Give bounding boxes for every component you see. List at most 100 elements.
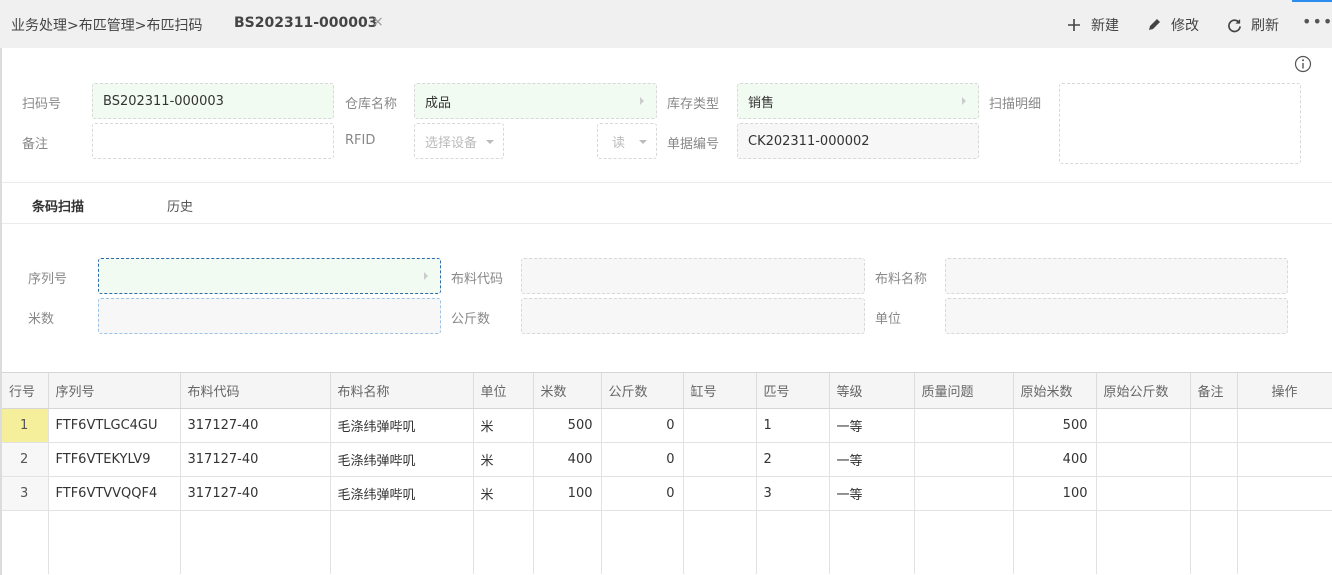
table-row[interactable]: 1 FTF6VTLGC4GU 317127-40 毛涤纬弹哔叽 米 500 0 … (2, 408, 1332, 443)
kg-field[interactable] (521, 298, 865, 334)
fabric-name-cell[interactable]: 毛涤纬弹哔叽 (330, 476, 474, 511)
serial-label: 序列号 (28, 272, 68, 287)
column-header[interactable]: 布料代码 (180, 373, 331, 409)
roll-no-cell[interactable]: 1 (756, 408, 830, 443)
meters-cell[interactable]: 500 (533, 408, 602, 443)
fabric-code-field[interactable] (521, 258, 865, 294)
column-header[interactable]: 缸号 (683, 373, 757, 409)
fabric-name-cell[interactable]: 毛涤纬弹哔叽 (330, 408, 474, 443)
original-meters-cell[interactable]: 100 (1013, 476, 1097, 511)
close-tab-icon[interactable]: × (372, 14, 384, 30)
column-header[interactable]: 行号 (2, 373, 49, 409)
new-button[interactable]: 新建 (1065, 15, 1119, 35)
fabric-code-cell[interactable]: 317127-40 (180, 408, 331, 443)
tab-barcode-scan[interactable]: 条码扫描 (32, 196, 84, 215)
column-header[interactable]: 单位 (473, 373, 534, 409)
table-row[interactable]: 3 FTF6VTVVQQF4 317127-40 毛涤纬弹哔叽 米 100 0 … (2, 476, 1332, 511)
column-header[interactable]: 等级 (829, 373, 915, 409)
original-meters-cell[interactable]: 500 (1013, 408, 1097, 443)
empty-cell (756, 510, 830, 574)
actions-cell[interactable] (1237, 442, 1332, 477)
scan-no-field[interactable]: BS202311-000003 (92, 83, 334, 119)
remark-cell[interactable] (1190, 476, 1238, 511)
dye-lot-cell[interactable] (683, 408, 757, 443)
column-header[interactable]: 序列号 (48, 373, 181, 409)
serial-cell[interactable]: FTF6VTLGC4GU (48, 408, 181, 443)
dye-lot-cell[interactable] (683, 442, 757, 477)
meters-label: 米数 (28, 312, 55, 327)
empty-cell (601, 510, 684, 574)
column-header-actions[interactable]: 操作 (1237, 373, 1332, 409)
remark-label: 备注 (22, 137, 49, 152)
refresh-icon (1225, 16, 1243, 34)
meters-cell[interactable]: 100 (533, 476, 602, 511)
roll-no-cell[interactable]: 2 (756, 442, 830, 477)
kg-cell[interactable]: 0 (601, 476, 684, 511)
quality-issue-cell[interactable] (914, 408, 1014, 443)
serial-cell[interactable]: FTF6VTVVQQF4 (48, 476, 181, 511)
empty-cell (914, 510, 1014, 574)
new-button-label: 新建 (1091, 18, 1119, 34)
table-row[interactable]: 2 FTF6VTEKYLV9 317127-40 毛涤纬弹哔叽 米 400 0 … (2, 442, 1332, 477)
column-header[interactable]: 质量问题 (914, 373, 1014, 409)
serial-cell[interactable]: FTF6VTEKYLV9 (48, 442, 181, 477)
column-header[interactable]: 布料名称 (330, 373, 474, 409)
rfid-device-select[interactable]: 选择设备 (414, 123, 504, 159)
edit-button[interactable]: 修改 (1145, 15, 1199, 35)
empty-cell (330, 510, 474, 574)
serial-input[interactable] (98, 258, 441, 294)
top-bar: 业务处理>布匹管理>布匹扫码 BS202311-000003 × 新建 修改 刷… (0, 0, 1332, 48)
scan-no-value: BS202311-000003 (103, 93, 224, 109)
fabric-name-field[interactable] (945, 258, 1288, 294)
kg-cell[interactable]: 0 (601, 442, 684, 477)
remark-field[interactable] (92, 123, 334, 159)
warehouse-field[interactable]: 成品 (414, 83, 657, 119)
grade-cell[interactable]: 一等 (829, 442, 915, 477)
rfid-mode-select[interactable]: 读 (597, 123, 657, 159)
dye-lot-cell[interactable] (683, 476, 757, 511)
row-number-cell[interactable]: 2 (2, 442, 49, 477)
remark-cell[interactable] (1190, 408, 1238, 443)
kg-cell[interactable]: 0 (601, 408, 684, 443)
original-meters-cell[interactable]: 400 (1013, 442, 1097, 477)
actions-cell[interactable] (1237, 476, 1332, 511)
quality-issue-cell[interactable] (914, 476, 1014, 511)
document-tab-title[interactable]: BS202311-000003 (234, 15, 377, 31)
grade-cell[interactable]: 一等 (829, 408, 915, 443)
original-kg-cell[interactable] (1096, 442, 1191, 477)
original-kg-cell[interactable] (1096, 408, 1191, 443)
unit-cell[interactable]: 米 (473, 442, 534, 477)
row-number-cell[interactable]: 1 (2, 408, 49, 443)
breadcrumb[interactable]: 业务处理>布匹管理>布匹扫码 (11, 15, 202, 35)
column-header[interactable]: 原始公斤数 (1096, 373, 1191, 409)
fabric-code-cell[interactable]: 317127-40 (180, 442, 331, 477)
remark-cell[interactable] (1190, 442, 1238, 477)
refresh-button[interactable]: 刷新 (1225, 15, 1279, 35)
column-header[interactable]: 米数 (533, 373, 602, 409)
unit-cell[interactable]: 米 (473, 476, 534, 511)
stock-type-field[interactable]: 销售 (737, 83, 979, 119)
fabric-code-cell[interactable]: 317127-40 (180, 476, 331, 511)
info-icon[interactable] (1294, 55, 1312, 73)
unit-cell[interactable]: 米 (473, 408, 534, 443)
quality-issue-cell[interactable] (914, 442, 1014, 477)
meters-field[interactable] (98, 298, 441, 334)
column-header[interactable]: 备注 (1190, 373, 1238, 409)
stock-type-value: 销售 (748, 95, 775, 111)
more-icon[interactable]: ••• (1302, 12, 1332, 31)
empty-cell (180, 510, 331, 574)
column-header[interactable]: 公斤数 (601, 373, 684, 409)
doc-no-field[interactable]: CK202311-000002 (737, 123, 979, 159)
roll-no-cell[interactable]: 3 (756, 476, 830, 511)
scan-detail-textarea[interactable] (1059, 83, 1301, 164)
row-number-cell[interactable]: 3 (2, 476, 49, 511)
meters-cell[interactable]: 400 (533, 442, 602, 477)
fabric-name-cell[interactable]: 毛涤纬弹哔叽 (330, 442, 474, 477)
unit-field[interactable] (945, 298, 1288, 334)
grade-cell[interactable]: 一等 (829, 476, 915, 511)
column-header[interactable]: 原始米数 (1013, 373, 1097, 409)
tab-history[interactable]: 历史 (167, 196, 193, 215)
column-header[interactable]: 匹号 (756, 373, 830, 409)
actions-cell[interactable] (1237, 408, 1332, 443)
original-kg-cell[interactable] (1096, 476, 1191, 511)
